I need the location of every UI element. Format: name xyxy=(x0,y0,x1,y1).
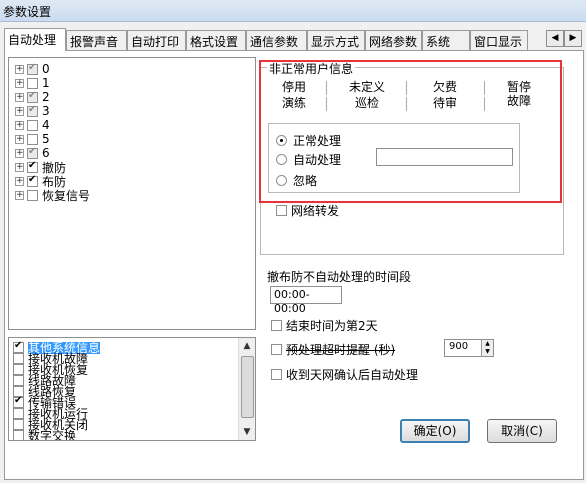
scroll-down-icon[interactable]: ▼ xyxy=(239,424,255,440)
list-scrollbar[interactable]: ▲ ▼ xyxy=(238,338,255,440)
tab-auto-process[interactable]: 自动处理 xyxy=(4,28,66,51)
tree-checkbox[interactable] xyxy=(27,62,38,75)
tree-checkbox[interactable] xyxy=(27,77,38,89)
tab-label: 格式设置 xyxy=(190,35,239,49)
expand-icon[interactable]: + xyxy=(15,106,24,116)
tab-system[interactable]: 系统 xyxy=(422,30,470,50)
checkbox[interactable] xyxy=(271,344,282,355)
tree-item[interactable]: + 恢复信号 xyxy=(15,188,91,203)
system-event-list[interactable]: 其他系统信息 接收机故障 接收机恢复 线路故障 线路恢复 传输错误 接收机运行 … xyxy=(8,337,256,441)
spinner-buttons[interactable]: ▲ ▼ xyxy=(481,340,493,356)
expand-icon[interactable]: + xyxy=(15,148,24,158)
tab-label: 窗口显示 xyxy=(474,35,523,49)
checkbox-label: 收到天网确认后自动处理 xyxy=(286,368,419,382)
tab-label: 报警声音 xyxy=(70,35,119,49)
expand-icon[interactable]: + xyxy=(15,64,24,74)
list-item-label: 数字交换 xyxy=(28,428,77,441)
timeout-spinner[interactable]: 900 ▲ ▼ xyxy=(444,339,494,357)
expand-icon[interactable]: + xyxy=(15,190,24,200)
tree-checkbox[interactable] xyxy=(27,90,38,103)
tab-scroll-left-icon[interactable]: ◀ xyxy=(546,30,564,47)
tab-window-display[interactable]: 窗口显示 xyxy=(470,30,528,50)
checkbox-label: 结束时间为第2天 xyxy=(286,319,378,333)
checkbox[interactable] xyxy=(271,320,282,331)
tree-checkbox[interactable] xyxy=(27,119,38,131)
tab-scroll-right-icon[interactable]: ▶ xyxy=(564,30,582,47)
expand-icon[interactable]: + xyxy=(15,120,24,130)
checkbox-label: 预处理超时提醒 (秒) xyxy=(286,343,396,357)
tree-item[interactable]: +0 xyxy=(15,62,50,76)
list-checkbox[interactable] xyxy=(13,430,24,440)
time-period-label: 撤布防不自动处理的时间段 xyxy=(267,270,412,284)
tab-network-params[interactable]: 网络参数 xyxy=(365,30,422,50)
list-item[interactable]: 数字交换 xyxy=(13,428,77,441)
ok-button[interactable]: 确定(O) xyxy=(400,419,470,443)
end-next-day-checkbox[interactable]: 结束时间为第2天 xyxy=(271,317,378,334)
network-confirm-checkbox[interactable]: 收到天网确认后自动处理 xyxy=(271,366,418,383)
checkbox[interactable] xyxy=(271,369,282,380)
tab-scroll-buttons: ◀ ▶ xyxy=(546,30,582,47)
event-tree[interactable]: +0 +1 +2 +3 +4 +5 +6 +撤防 +布防 +恢复信号 xyxy=(8,57,256,330)
tab-auto-print[interactable]: 自动打印 xyxy=(127,30,186,50)
tab-comm-params[interactable]: 通信参数 xyxy=(246,30,307,50)
tree-checkbox[interactable] xyxy=(27,174,38,187)
tree-item[interactable]: +4 xyxy=(15,118,50,132)
network-forward-checkbox[interactable]: 网络转发 xyxy=(276,202,339,219)
spin-down-icon[interactable]: ▼ xyxy=(482,348,493,356)
scroll-up-icon[interactable]: ▲ xyxy=(239,338,255,354)
cancel-button[interactable]: 取消(C) xyxy=(487,419,557,443)
tree-item-label: 3 xyxy=(42,104,50,118)
timeout-reminder-checkbox[interactable]: 预处理超时提醒 (秒) xyxy=(271,341,395,358)
tab-label: 通信参数 xyxy=(250,35,299,49)
tree-checkbox[interactable] xyxy=(27,104,38,117)
tab-format-settings[interactable]: 格式设置 xyxy=(186,30,246,50)
expand-icon[interactable]: + xyxy=(15,176,24,186)
tab-alarm-sound[interactable]: 报警声音 xyxy=(66,30,127,50)
tree-item[interactable]: +3 xyxy=(15,104,50,118)
tree-item-label: 5 xyxy=(42,132,50,146)
tab-display-mode[interactable]: 显示方式 xyxy=(307,30,365,50)
tab-label: 显示方式 xyxy=(311,35,360,49)
window-title: 参数设置 xyxy=(3,5,52,19)
tree-checkbox[interactable] xyxy=(27,189,38,201)
tree-item-label: 恢复信号 xyxy=(42,188,91,203)
spinner-value[interactable]: 900 xyxy=(449,341,468,352)
tree-item-label: 2 xyxy=(42,90,50,104)
tree-item[interactable]: +5 xyxy=(15,132,50,146)
expand-icon[interactable]: + xyxy=(15,78,24,88)
spin-up-icon[interactable]: ▲ xyxy=(482,340,493,348)
tab-strip: 自动处理 报警声音 自动打印 格式设置 通信参数 显示方式 网络参数 系统 窗口… xyxy=(4,28,584,51)
scroll-thumb[interactable] xyxy=(241,356,254,418)
tree-item-label: 0 xyxy=(42,62,50,76)
tree-checkbox[interactable] xyxy=(27,146,38,159)
tree-item[interactable]: +1 xyxy=(15,76,50,90)
expand-icon[interactable]: + xyxy=(15,162,24,172)
time-period-input[interactable]: 00:00-00:00 xyxy=(270,286,342,315)
tab-label: 网络参数 xyxy=(369,35,418,49)
expand-icon[interactable]: + xyxy=(15,134,24,144)
tree-item[interactable]: +2 xyxy=(15,90,50,104)
highlight-box xyxy=(259,60,562,203)
tree-checkbox[interactable] xyxy=(27,160,38,173)
checkbox[interactable] xyxy=(276,205,287,216)
tab-label: 系统 xyxy=(426,35,451,49)
expand-icon[interactable]: + xyxy=(15,92,24,102)
tree-item-label: 1 xyxy=(42,76,50,90)
tab-label: 自动打印 xyxy=(131,35,180,49)
tree-item-label: 4 xyxy=(42,118,50,132)
checkbox-label: 网络转发 xyxy=(291,204,340,218)
tab-label: 自动处理 xyxy=(8,33,57,47)
tree-checkbox[interactable] xyxy=(27,133,38,145)
window-titlebar: 参数设置 xyxy=(0,0,586,22)
